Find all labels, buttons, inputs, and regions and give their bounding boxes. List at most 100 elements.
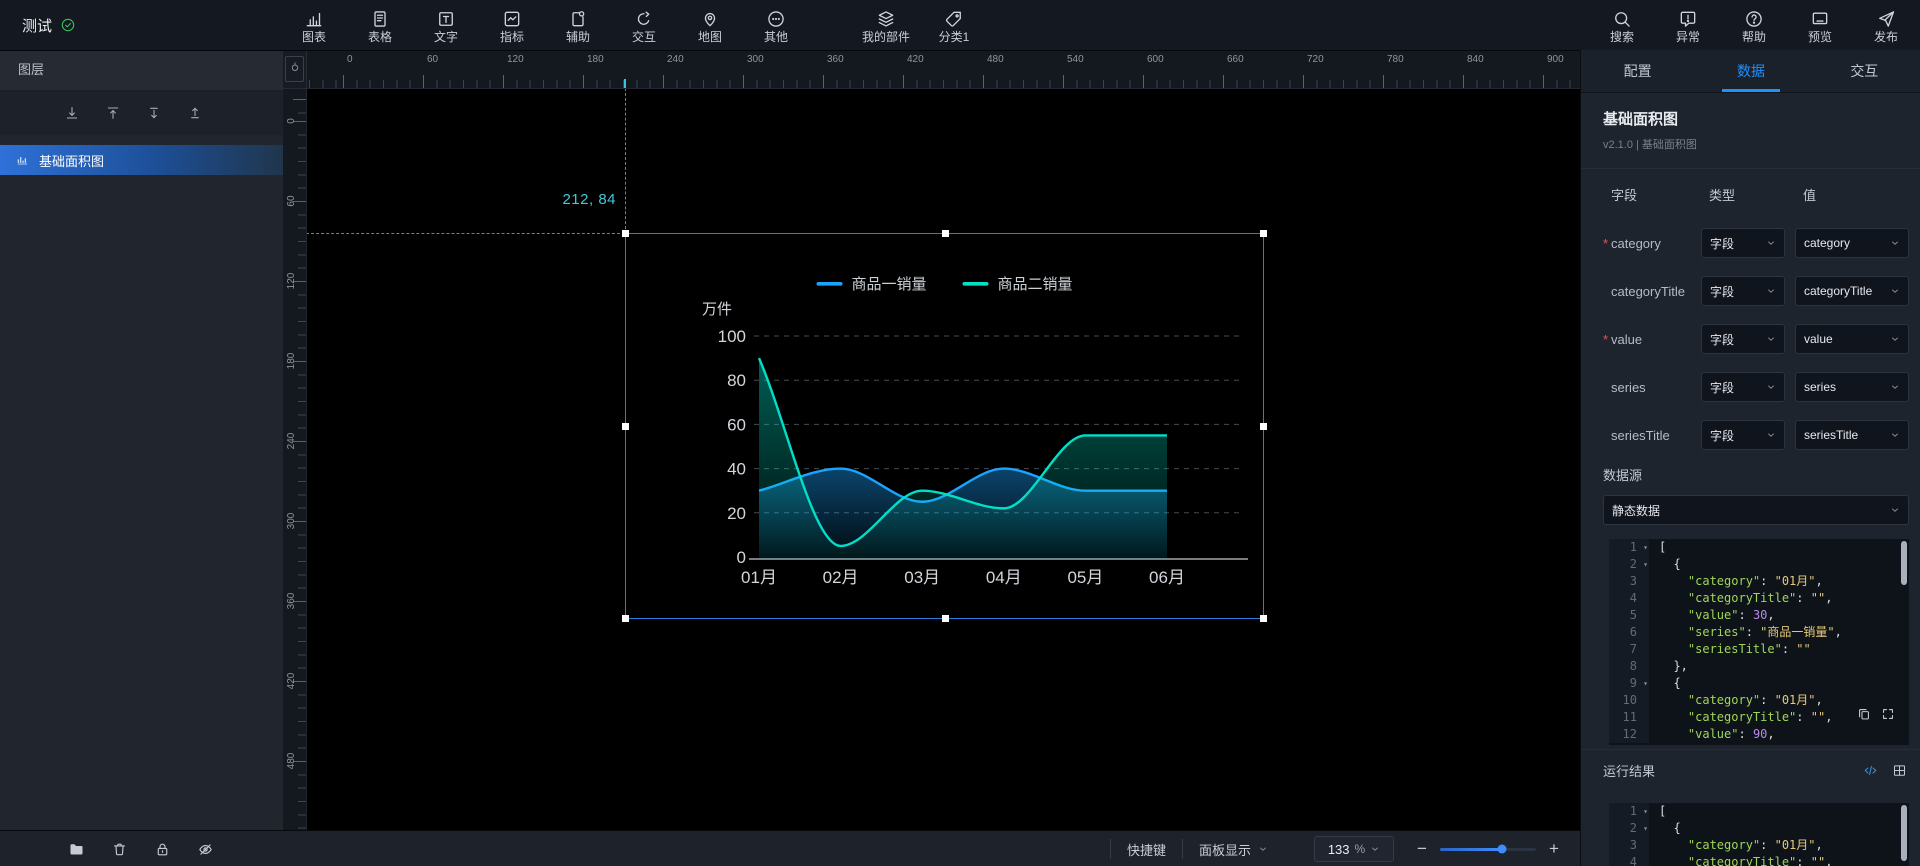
legend-marker-1 — [817, 282, 843, 286]
zoom-slider[interactable] — [1440, 848, 1536, 851]
field-name: *categoryTitle — [1603, 284, 1691, 299]
line-number: 4 — [1609, 590, 1649, 607]
field-name-text: categoryTitle — [1611, 284, 1685, 299]
chevron-down-icon — [1766, 430, 1776, 440]
resize-handle-top-right[interactable] — [1260, 230, 1267, 237]
layers-panel-title: 图层 — [0, 50, 283, 91]
h-ruler-number: 420 — [907, 54, 924, 65]
toolbar-item-table[interactable]: 表格 — [352, 6, 408, 44]
selected-widget-area-chart[interactable]: 020406080100万件01月02月03月04月05月06月商品一销量商品二… — [625, 233, 1264, 619]
field-value-select-category[interactable]: category — [1795, 228, 1909, 258]
resize-handle-top-left[interactable] — [622, 230, 629, 237]
field-type-select-categoryTitle[interactable]: 字段 — [1701, 276, 1785, 306]
move-down-icon[interactable] — [146, 105, 162, 121]
tab-交互[interactable]: 交互 — [1808, 50, 1920, 92]
toolbar-item-category-1[interactable]: 分类1 — [926, 6, 982, 44]
code-line: 5 "value": 30, — [1609, 607, 1909, 624]
field-type-select-category[interactable]: 字段 — [1701, 228, 1785, 258]
toolbar-item-search[interactable]: 搜索 — [1594, 6, 1650, 44]
v-ruler-number: 60 — [283, 189, 301, 213]
datasource-label: 数据源 — [1581, 467, 1920, 485]
folder-icon[interactable] — [68, 841, 85, 858]
x-tick-label: 06月 — [1149, 568, 1185, 587]
field-row-category: *category字段category — [1581, 219, 1920, 267]
fields-header-value: 值 — [1795, 185, 1909, 204]
field-type-select-seriesTitle[interactable]: 字段 — [1701, 420, 1785, 450]
h-ruler-number: 120 — [507, 54, 524, 65]
toolbar-item-other[interactable]: 其他 — [748, 6, 804, 44]
required-marker: * — [1603, 236, 1611, 251]
line-number: 4 — [1609, 854, 1649, 866]
zoom-slider-knob[interactable] — [1498, 845, 1507, 854]
x-tick-label: 02月 — [823, 568, 859, 587]
design-canvas[interactable]: 212, 84 020406080100万件01月02月03月04月05月06月… — [306, 88, 1580, 830]
toolbar-item-publish[interactable]: 发布 — [1858, 6, 1914, 44]
move-to-bottom-icon[interactable] — [64, 105, 80, 121]
code-view-icon[interactable] — [1863, 763, 1878, 778]
zoom-in-button[interactable]: + — [1544, 839, 1564, 859]
select-value: value — [1804, 332, 1833, 346]
fold-caret-icon[interactable]: ▾ — [1643, 539, 1648, 556]
toolbar-item-map[interactable]: 地图 — [682, 6, 738, 44]
table-view-icon[interactable] — [1892, 763, 1907, 778]
tab-配置[interactable]: 配置 — [1581, 50, 1694, 92]
field-value-select-series[interactable]: series — [1795, 372, 1909, 402]
basic-area-chart[interactable]: 020406080100万件01月02月03月04月05月06月商品一销量商品二… — [626, 234, 1263, 618]
resize-handle-middle-left[interactable] — [622, 423, 629, 430]
editor-scrollbar[interactable] — [1901, 805, 1907, 861]
toolbar-item-assist[interactable]: 辅助 — [550, 6, 606, 44]
tab-数据[interactable]: 数据 — [1694, 50, 1807, 92]
move-to-top-icon[interactable] — [187, 105, 203, 121]
panel-display-dropdown[interactable]: 面板显示 — [1183, 840, 1284, 859]
field-row-value: *value字段value — [1581, 315, 1920, 363]
code-text: "category": "01月", — [1649, 837, 1823, 854]
fields-table: *category字段category*categoryTitle字段categ… — [1581, 219, 1920, 459]
guides-toggle-button[interactable] — [285, 56, 304, 82]
statusbar: 快捷键 面板显示 133 % − + — [0, 830, 1580, 866]
v-ruler-number: 480 — [283, 749, 301, 773]
toolbar-item-my-widgets[interactable]: 我的部件 — [858, 6, 914, 44]
code-line: 12 "value": 90, — [1609, 726, 1909, 743]
static-data-code-editor[interactable]: 1▾[2▾ {3 "category": "01月",4 "categoryTi… — [1609, 539, 1909, 745]
zoom-out-button[interactable]: − — [1412, 839, 1432, 859]
toolbar-item-interact[interactable]: 交互 — [616, 6, 672, 44]
toolbar-item-chart[interactable]: 图表 — [286, 6, 342, 44]
code-line: 2▾ { — [1609, 820, 1909, 837]
layers-panel: 图层 基础面积图 — [0, 50, 283, 830]
eye-off-icon[interactable] — [197, 841, 214, 858]
resize-handle-bottom-left[interactable] — [622, 615, 629, 622]
fold-caret-icon[interactable]: ▾ — [1643, 803, 1648, 820]
x-tick-label: 04月 — [986, 568, 1022, 587]
field-type-select-series[interactable]: 字段 — [1701, 372, 1785, 402]
datasource-select[interactable]: 静态数据 — [1603, 495, 1909, 525]
lock-icon[interactable] — [154, 841, 171, 858]
toolbar-item-preview[interactable]: 预览 — [1792, 6, 1848, 44]
resize-handle-bottom-right[interactable] — [1260, 615, 1267, 622]
run-result-code-editor[interactable]: 1▾[2▾ {3 "category": "01月",4 "categoryTi… — [1609, 803, 1909, 866]
move-up-icon[interactable] — [105, 105, 121, 121]
trash-icon[interactable] — [111, 841, 128, 858]
field-value-select-categoryTitle[interactable]: categoryTitle — [1795, 276, 1909, 306]
copy-icon[interactable] — [1857, 707, 1871, 721]
toolbar-item-help[interactable]: 帮助 — [1726, 6, 1782, 44]
toolbar-item-indicator[interactable]: 指标 — [484, 6, 540, 44]
resize-handle-middle-right[interactable] — [1260, 423, 1267, 430]
editor-scrollbar[interactable] — [1901, 541, 1907, 585]
resize-handle-top-middle[interactable] — [942, 230, 949, 237]
inspector-tabs: 配置数据交互 — [1581, 50, 1920, 93]
fold-caret-icon[interactable]: ▾ — [1643, 675, 1648, 692]
toolbar-item-text[interactable]: 文字 — [418, 6, 474, 44]
toolbar-item-issues[interactable]: 异常 — [1660, 6, 1716, 44]
zoom-level-select[interactable]: 133 % — [1314, 836, 1394, 862]
field-value-select-value[interactable]: value — [1795, 324, 1909, 354]
field-type-select-value[interactable]: 字段 — [1701, 324, 1785, 354]
field-value-select-seriesTitle[interactable]: seriesTitle — [1795, 420, 1909, 450]
select-value: 字段 — [1710, 235, 1734, 252]
layer-item-basic-area-chart[interactable]: 基础面积图 — [0, 145, 283, 175]
shortcuts-button[interactable]: 快捷键 — [1111, 840, 1182, 859]
line-number: 11 — [1609, 709, 1649, 726]
fold-caret-icon[interactable]: ▾ — [1643, 820, 1648, 837]
fold-caret-icon[interactable]: ▾ — [1643, 556, 1648, 573]
resize-handle-bottom-middle[interactable] — [942, 615, 949, 622]
expand-icon[interactable] — [1881, 707, 1895, 721]
